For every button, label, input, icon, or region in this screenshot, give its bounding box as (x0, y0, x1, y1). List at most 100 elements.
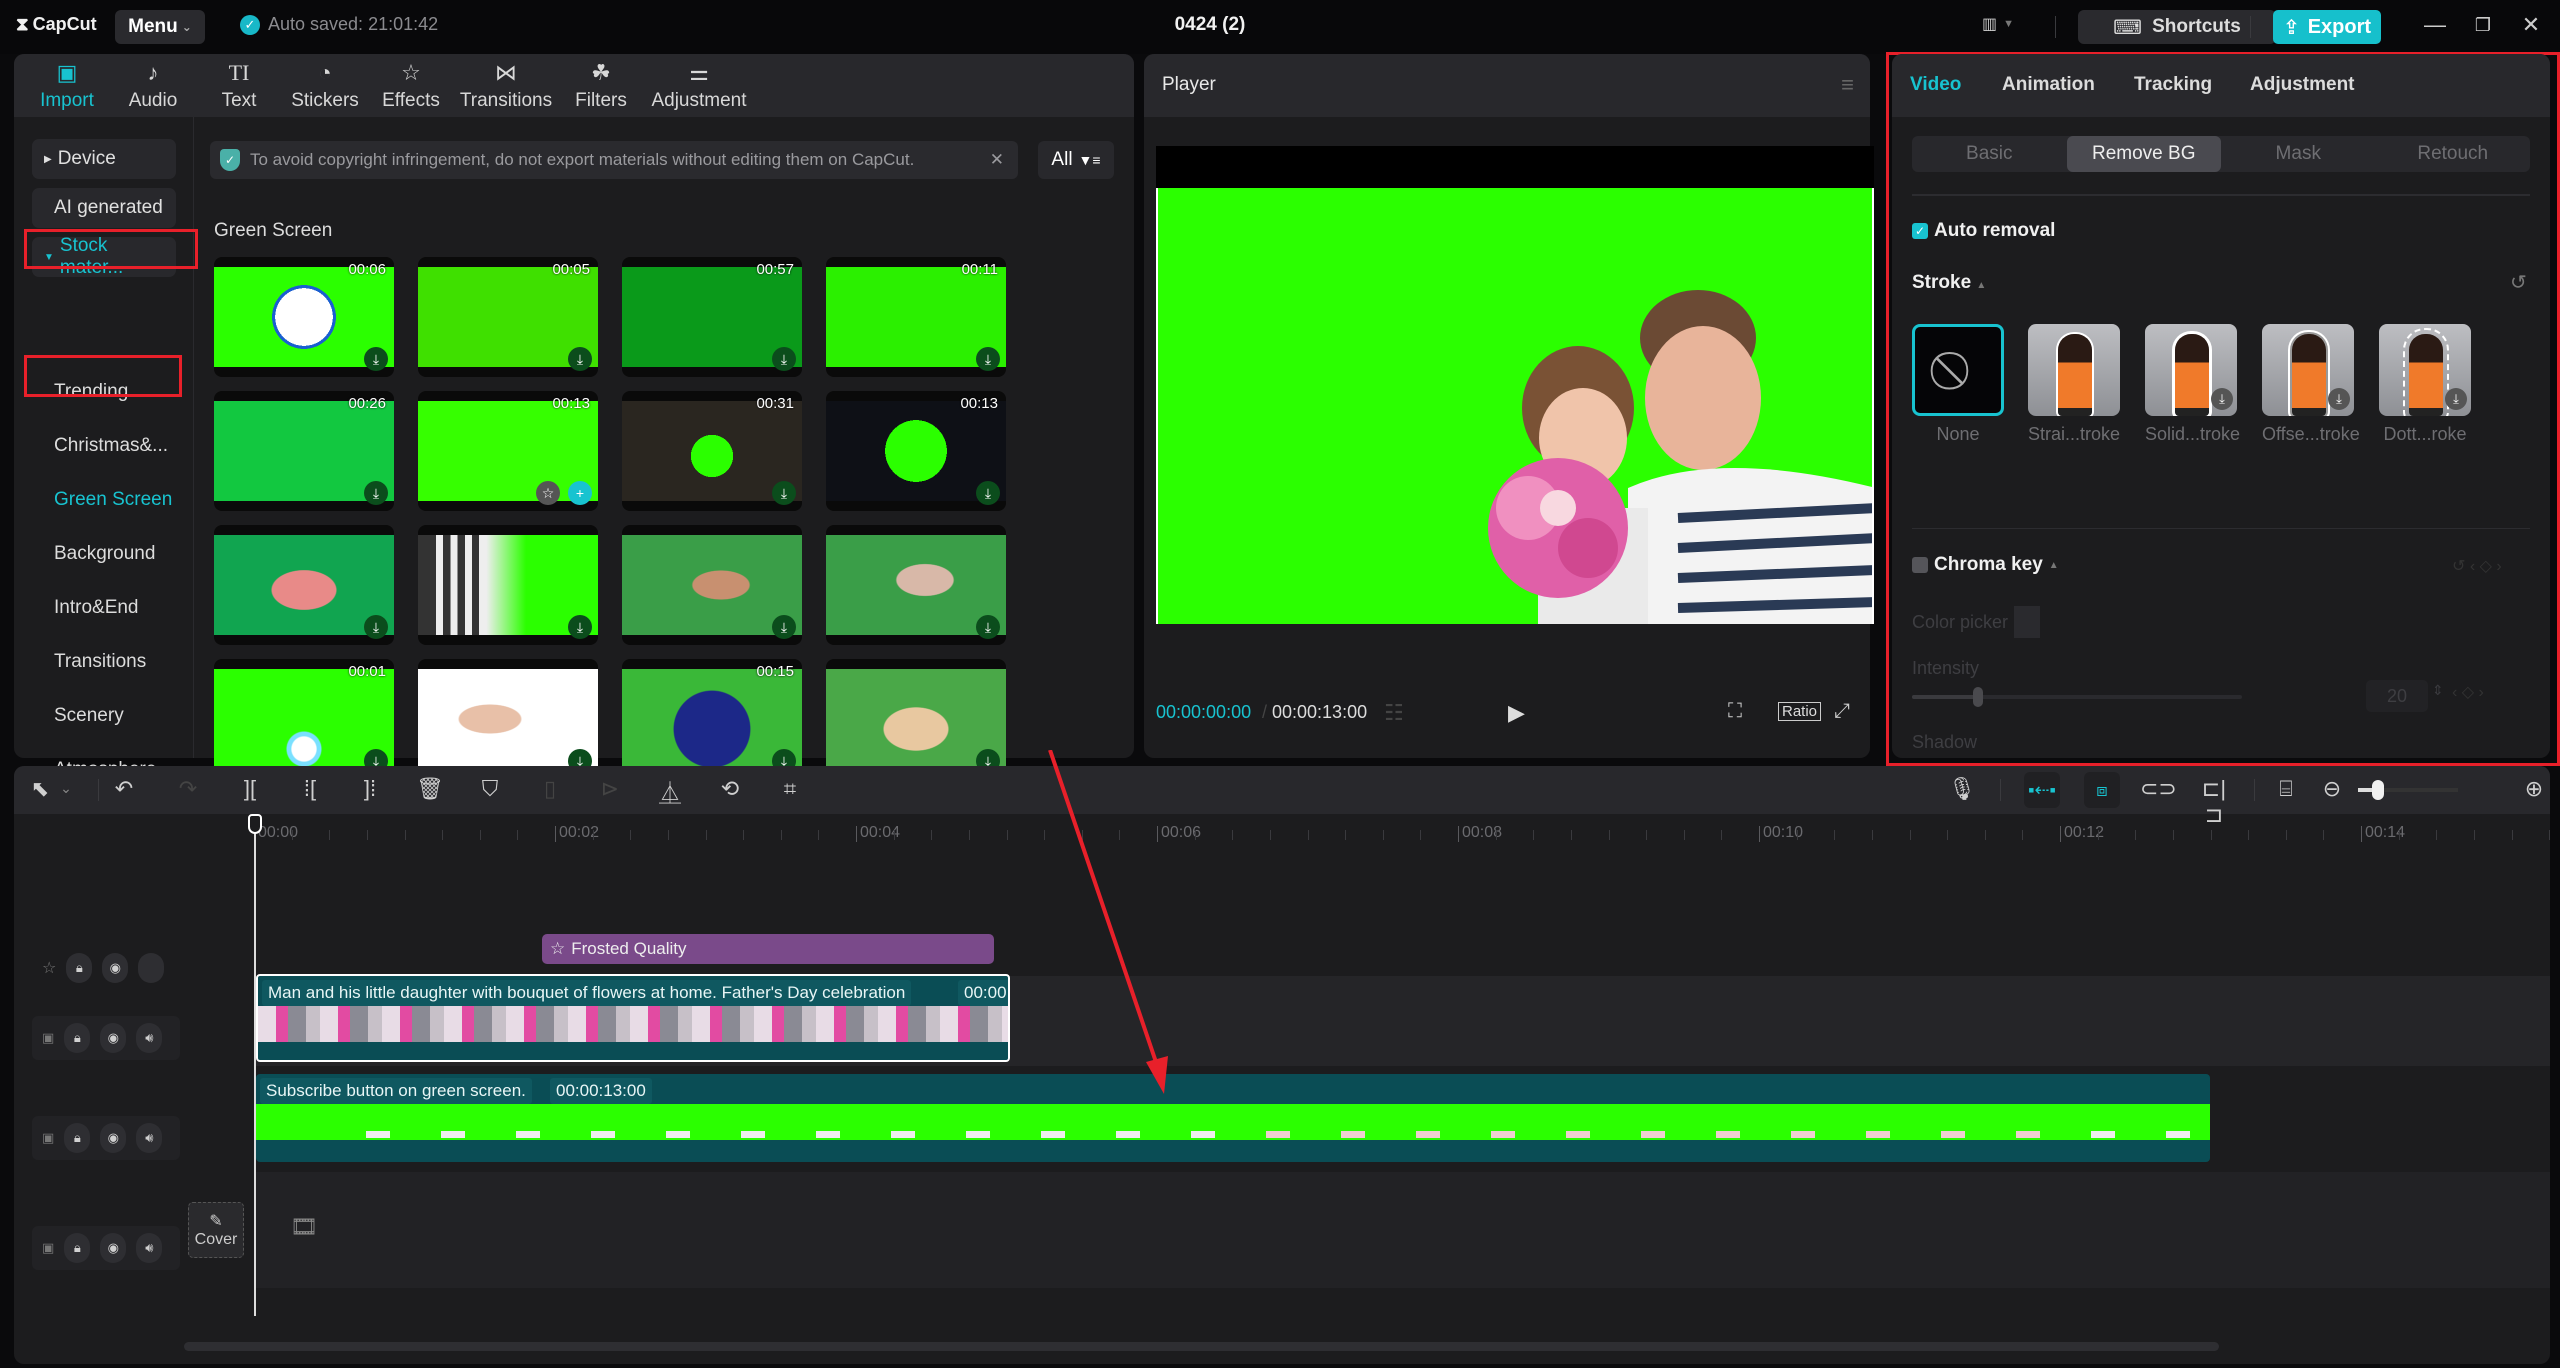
subtab-basic[interactable]: Basic (1912, 136, 2067, 172)
hamburger-menu-icon[interactable]: ≡ (1841, 72, 1854, 98)
stroke-option-straight[interactable]: Strai...troke (2028, 324, 2120, 445)
eye-icon[interactable]: ◉ (100, 1123, 127, 1153)
split-left-icon[interactable]: ⁞[ (296, 776, 324, 802)
shortcuts-button[interactable]: ⌨ Shortcuts (2078, 10, 2276, 44)
media-thumbnail[interactable]: 00:13 ☆ + (418, 391, 598, 511)
media-thumbnail[interactable]: ⤓ (418, 525, 598, 645)
download-icon[interactable]: ⤓ (568, 615, 592, 639)
category-device[interactable]: ▶ Device (32, 139, 176, 179)
intensity-slider-handle[interactable] (1973, 687, 1983, 707)
download-icon[interactable]: ⤓ (364, 615, 388, 639)
cover-button[interactable]: ✎ Cover (188, 1202, 244, 1258)
tool-audio[interactable]: ♪ Audio (110, 54, 196, 117)
tab-video[interactable]: Video (1910, 74, 1961, 96)
subtab-remove-bg[interactable]: Remove BG (2066, 136, 2221, 172)
tool-filters[interactable]: ☘ Filters (558, 54, 644, 117)
play-icon[interactable]: ▶ (1508, 700, 1525, 726)
tool-adjustment[interactable]: ⚌ Adjustment (644, 54, 754, 117)
eye-icon[interactable]: ◉ (100, 1233, 127, 1263)
redo-icon[interactable]: ↷ (174, 776, 202, 802)
ratio-button[interactable]: Ratio (1778, 702, 1822, 721)
lock-icon[interactable]: 🔒︎ (64, 1123, 91, 1153)
export-button[interactable]: ⇪ Export (2273, 10, 2381, 44)
media-thumbnail[interactable]: 00:15 ⤓ (622, 659, 802, 779)
color-picker-swatch[interactable] (2014, 606, 2041, 638)
media-thumbnail[interactable]: 00:57 ⤓ (622, 257, 802, 377)
microphone-icon[interactable]: 🎙 (1948, 776, 1976, 802)
lock-icon[interactable]: 🔒︎ (66, 953, 93, 983)
tool-text[interactable]: TI Text (196, 54, 282, 117)
freeze-icon[interactable]: ▯ (536, 776, 564, 802)
speaker-icon[interactable]: 🔊︎ (136, 1123, 163, 1153)
split-right-icon[interactable]: ]⁞ (356, 776, 384, 802)
download-icon[interactable]: ⤓ (976, 615, 1000, 639)
select-tool-icon[interactable]: ⬉ (26, 776, 54, 802)
download-icon[interactable]: ⤓ (568, 347, 592, 371)
minimize-icon[interactable]: — (2420, 12, 2450, 38)
crop-icon[interactable]: ⌗ (776, 776, 804, 802)
media-thumbnail[interactable]: 00:05 ⤓ (418, 257, 598, 377)
tool-effects[interactable]: ☆ Effects (368, 54, 454, 117)
category-item[interactable]: Christmas&... (54, 435, 168, 457)
close-notice-icon[interactable]: ✕ (990, 150, 1018, 170)
stroke-option-solid[interactable]: ⤓ Solid...troke (2145, 324, 2240, 445)
zoom-in-icon[interactable]: ⊕ (2520, 776, 2548, 802)
zoom-out-icon[interactable]: ⊖ (2318, 776, 2346, 802)
media-thumbnail[interactable]: ⤓ (826, 659, 1006, 779)
tab-tracking[interactable]: Tracking (2134, 74, 2212, 96)
zoom-fit-timeline-icon[interactable]: ⌸ (2272, 776, 2300, 802)
mirror-icon[interactable]: ⏅ (656, 776, 684, 808)
close-icon[interactable]: ✕ (2516, 12, 2546, 38)
speaker-icon[interactable]: 🔊︎ (136, 1233, 163, 1263)
media-thumbnail[interactable]: 00:31 ⤓ (622, 391, 802, 511)
menu-button[interactable]: Menu ⌄ (115, 10, 205, 44)
media-thumbnail[interactable]: 00:26 ⤓ (214, 391, 394, 511)
category-item[interactable]: Intro&End (54, 597, 139, 619)
media-thumbnail[interactable]: 00:06 ⤓ (214, 257, 394, 377)
overlay-video-clip[interactable]: Subscribe button on green screen. 00:00:… (256, 1074, 2210, 1162)
video-preview[interactable] (1156, 146, 1874, 654)
download-icon[interactable]: ⤓ (772, 615, 796, 639)
download-icon[interactable]: ⤓ (772, 481, 796, 505)
media-thumbnail[interactable]: 00:11 ⤓ (826, 257, 1006, 377)
layout-button[interactable]: ▥ ▼ (1982, 14, 2014, 34)
delete-icon[interactable]: 🗑 (416, 776, 444, 802)
zoom-fit-icon[interactable]: ⛶ (1728, 700, 1742, 723)
tool-stickers[interactable]: ◔ Stickers (282, 54, 368, 117)
category-item[interactable]: Background (54, 543, 155, 565)
category-item-green-screen[interactable]: Green Screen (54, 489, 172, 511)
intensity-slider[interactable] (1912, 687, 2242, 707)
stroke-option-dotted[interactable]: ⤓ Dott...roke (2379, 324, 2471, 445)
intensity-value-input[interactable]: 20 (2366, 680, 2428, 712)
stroke-option-offset[interactable]: ⤓ Offse...troke (2262, 324, 2360, 445)
category-item[interactable]: Scenery (54, 705, 124, 727)
subtab-retouch[interactable]: Retouch (2376, 136, 2531, 172)
auto-removal-checkbox[interactable]: ✓ (1912, 223, 1928, 239)
timeline-zoom-handle[interactable] (2372, 780, 2384, 800)
timeline-zoom-slider[interactable] (2358, 780, 2458, 800)
media-thumbnail[interactable]: ⤓ (622, 525, 802, 645)
tab-animation[interactable]: Animation (2002, 74, 2095, 96)
tool-transitions[interactable]: ⋈ Transitions (454, 54, 558, 117)
category-item[interactable]: Transitions (54, 651, 146, 673)
eye-icon[interactable]: ◉ (102, 953, 129, 983)
stepper-icon[interactable]: ⇕ (2432, 682, 2444, 699)
media-thumbnail[interactable]: ⤓ (214, 525, 394, 645)
main-track-magnet-icon[interactable]: ▪⇠▪ (2024, 772, 2060, 808)
tool-import[interactable]: ▣ Import (24, 54, 110, 117)
chevron-down-icon[interactable]: ⌄ (52, 780, 80, 797)
add-to-timeline-icon[interactable]: + (568, 481, 592, 505)
reverse-icon[interactable]: ⊳ (596, 776, 624, 802)
link-icon[interactable]: ⊂⊃ (2140, 776, 2177, 802)
lock-icon[interactable]: 🔒︎ (64, 1023, 91, 1053)
fullscreen-icon[interactable]: ⤢ (1834, 700, 1850, 723)
favorite-icon[interactable]: ☆ (536, 481, 560, 505)
marker-icon[interactable]: ⛉ (476, 776, 504, 802)
media-thumbnail[interactable]: 00:13 ⤓ (826, 391, 1006, 511)
undo-icon[interactable]: ↶ (110, 776, 138, 802)
stroke-option-none[interactable]: ⃠ None (1912, 324, 2004, 445)
media-thumbnail[interactable]: 00:01 ⤓ (214, 659, 394, 779)
media-thumbnail[interactable]: ⤓ (826, 525, 1006, 645)
stroke-header[interactable]: Stroke ▲ (1912, 272, 1986, 294)
timeline-scrollbar[interactable] (184, 1342, 2219, 1351)
